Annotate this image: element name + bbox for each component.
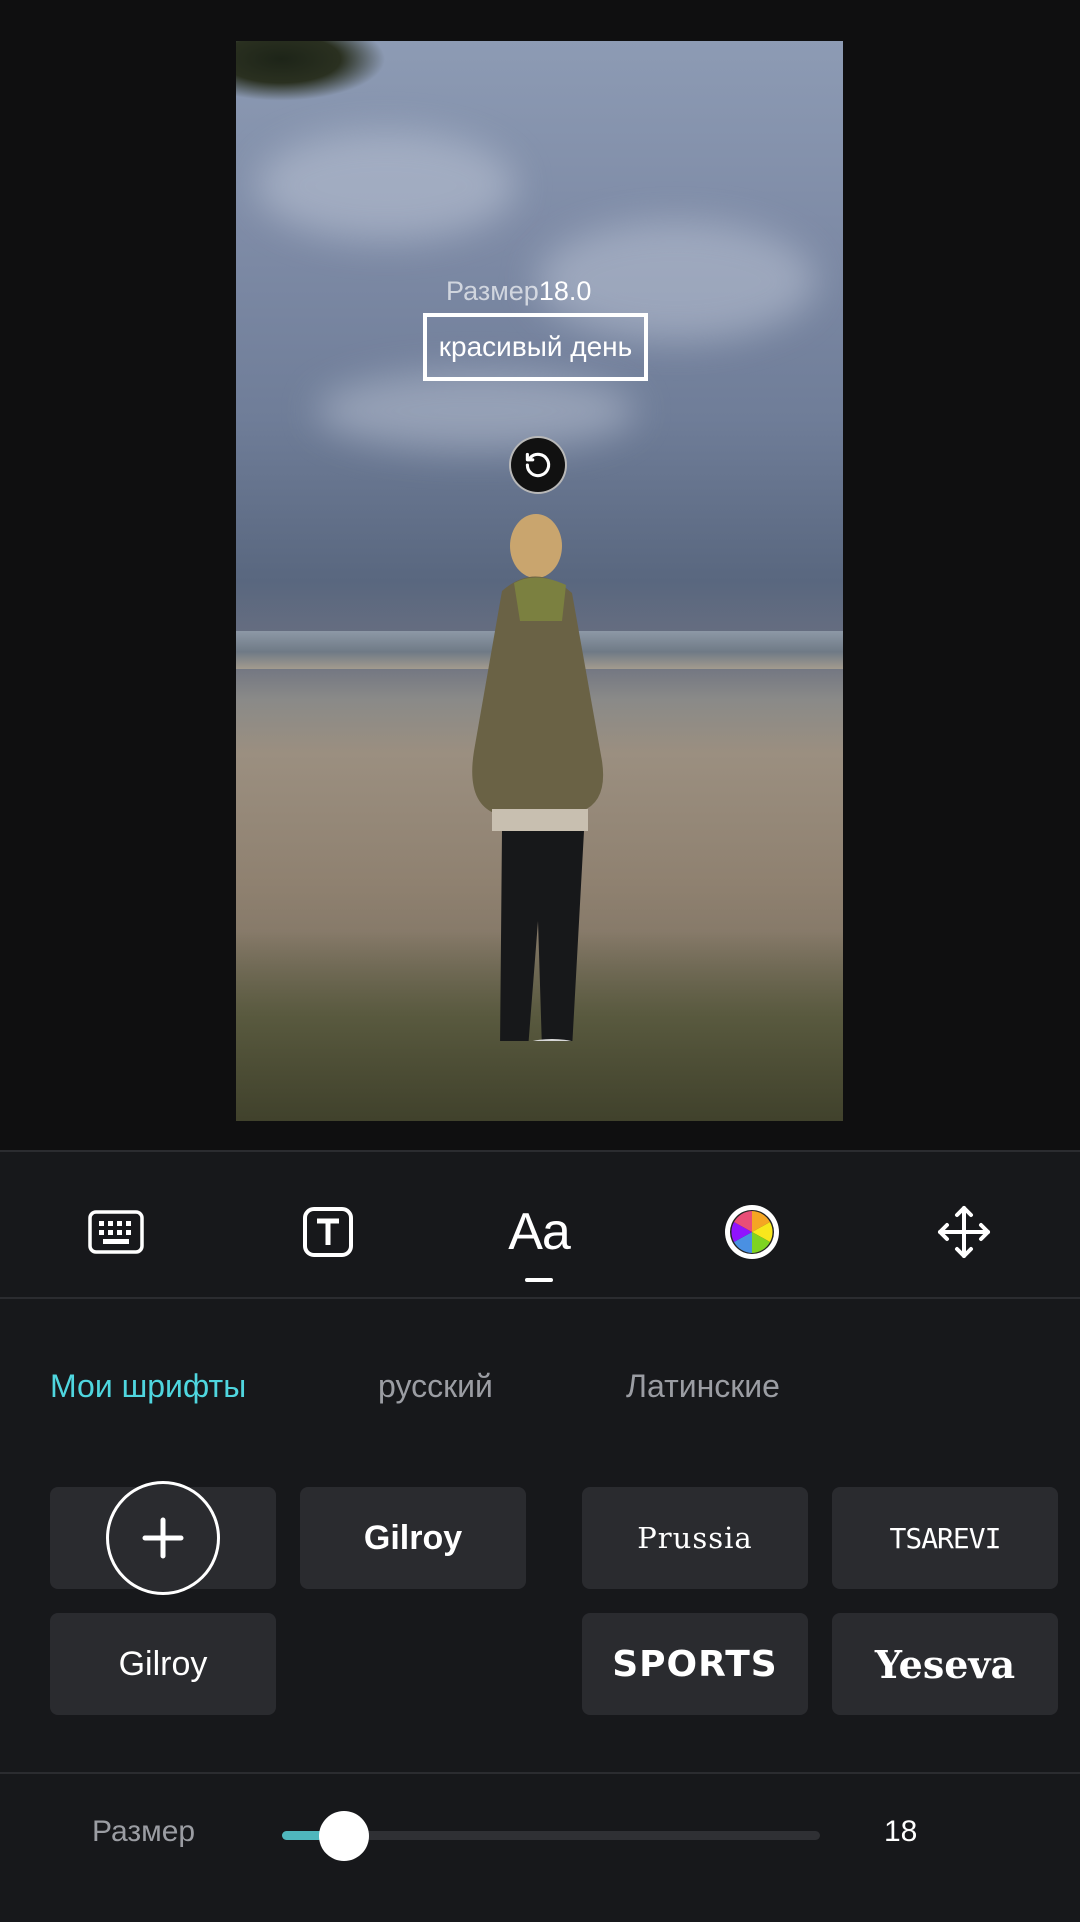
text-style-button[interactable] bbox=[288, 1192, 368, 1272]
font-name: Gilroy bbox=[118, 1644, 208, 1683]
font-option-sports[interactable]: SPORTS bbox=[582, 1613, 808, 1715]
person-figure bbox=[472, 514, 604, 1041]
photo-canvas[interactable]: Размер18.0 красивый день bbox=[236, 41, 843, 1121]
font-option-tsarevi[interactable]: TSAREVI bbox=[832, 1487, 1058, 1589]
color-wheel-icon bbox=[725, 1205, 779, 1259]
rotate-icon bbox=[525, 452, 551, 478]
text-style-icon bbox=[303, 1207, 353, 1257]
font-option-gilroy-bold[interactable]: Gilroy bbox=[300, 1487, 526, 1589]
move-icon bbox=[938, 1206, 990, 1258]
font-button[interactable]: Aa bbox=[499, 1192, 579, 1282]
size-slider-label: Размер bbox=[92, 1815, 196, 1848]
divider bbox=[0, 1772, 1080, 1774]
tool-row: Aa bbox=[0, 1152, 1080, 1299]
size-indicator-label: Размер bbox=[446, 276, 539, 306]
font-name: TSAREVI bbox=[889, 1521, 1001, 1555]
text-size-indicator: Размер18.0 bbox=[446, 276, 591, 307]
text-layer-box[interactable]: красивый день bbox=[423, 313, 648, 381]
font-option-gilroy[interactable]: Gilroy bbox=[50, 1613, 276, 1715]
font-name: Yeseva bbox=[874, 1641, 1016, 1687]
add-font-button[interactable] bbox=[106, 1481, 220, 1595]
tab-russian[interactable]: русский bbox=[378, 1368, 493, 1405]
font-icon: Aa bbox=[508, 1203, 571, 1261]
active-tool-indicator bbox=[525, 1278, 553, 1282]
font-option-yeseva[interactable]: Yeseva bbox=[832, 1613, 1058, 1715]
cloud bbox=[256, 131, 516, 241]
move-button[interactable] bbox=[924, 1192, 1004, 1272]
text-layer-content: красивый день bbox=[438, 331, 633, 362]
cloud bbox=[316, 371, 636, 451]
size-slider-track[interactable] bbox=[282, 1811, 820, 1861]
font-name: SPORTS bbox=[612, 1643, 778, 1685]
editor-preview: Размер18.0 красивый день bbox=[0, 0, 1080, 1150]
rotate-button[interactable] bbox=[509, 436, 567, 494]
size-slider-thumb[interactable] bbox=[319, 1811, 369, 1861]
tab-latin[interactable]: Латинские bbox=[626, 1368, 780, 1405]
font-name: Prussia bbox=[637, 1521, 753, 1555]
size-indicator-value: 18.0 bbox=[538, 276, 592, 306]
tree-branch bbox=[236, 41, 386, 101]
keyboard-button[interactable] bbox=[76, 1192, 156, 1272]
plus-icon bbox=[142, 1517, 184, 1559]
size-slider-value: 18 bbox=[884, 1815, 918, 1848]
font-name: Gilroy bbox=[363, 1518, 463, 1557]
color-button[interactable] bbox=[712, 1192, 792, 1272]
tab-my-fonts[interactable]: Мои шрифты bbox=[50, 1368, 246, 1405]
keyboard-icon bbox=[88, 1210, 144, 1254]
font-option-prussia[interactable]: Prussia bbox=[582, 1487, 808, 1589]
